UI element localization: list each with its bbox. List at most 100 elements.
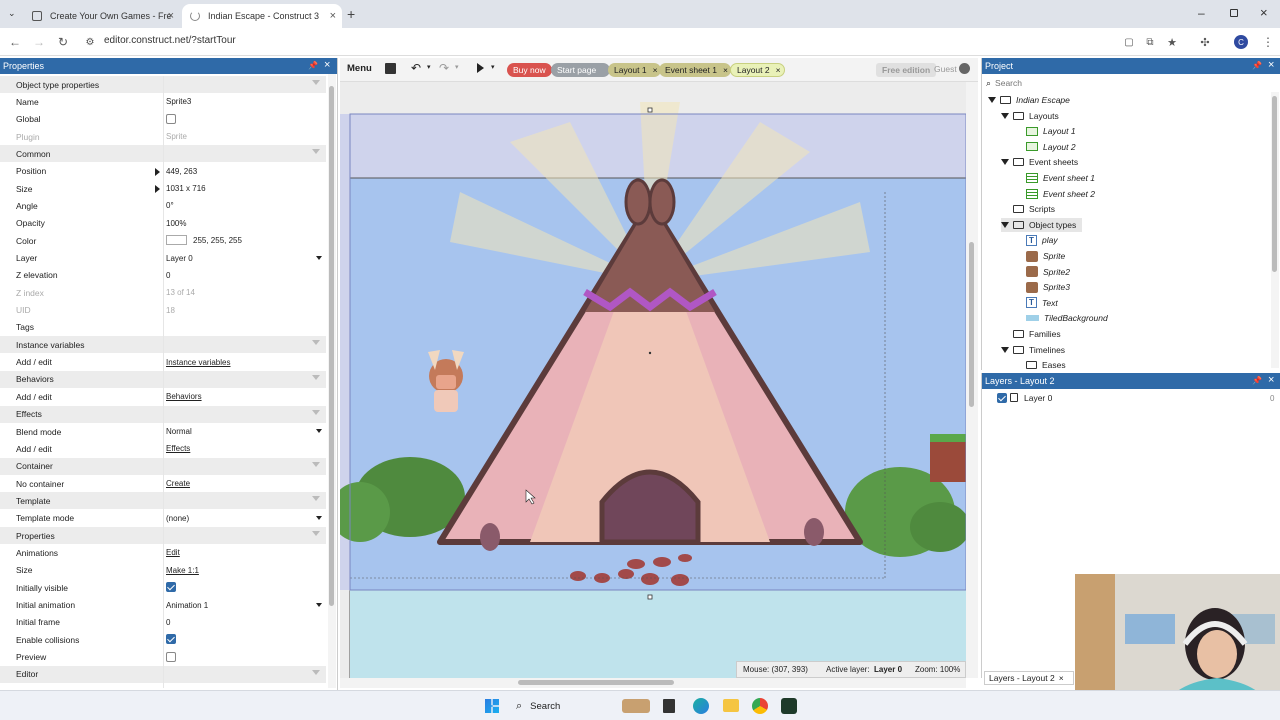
- edge-icon[interactable]: [693, 698, 709, 714]
- app-icon[interactable]: [781, 698, 797, 714]
- pin-icon[interactable]: 📌: [308, 61, 318, 70]
- properties-scrollbar[interactable]: [328, 74, 336, 688]
- property-link[interactable]: Behaviors: [166, 392, 202, 401]
- search-input[interactable]: [995, 78, 1246, 88]
- tree-item[interactable]: Timelines: [1001, 343, 1065, 357]
- taskbar-search[interactable]: ⌕ Search: [510, 696, 610, 716]
- collapse-chevron-icon[interactable]: [312, 461, 320, 467]
- extensions-icon[interactable]: ✣: [1197, 34, 1213, 50]
- tree-item[interactable]: Layouts: [1001, 109, 1059, 123]
- scroll-thumb[interactable]: [1272, 96, 1277, 272]
- expand-arrow-icon[interactable]: [1001, 159, 1009, 166]
- browser-tab-active[interactable]: Indian Escape - Construct 3 ×: [182, 4, 342, 28]
- pin-icon[interactable]: 📌: [1252, 61, 1262, 70]
- dropdown-arrow-icon[interactable]: [316, 255, 322, 260]
- collapse-chevron-icon[interactable]: [312, 496, 320, 502]
- property-link[interactable]: Edit: [166, 548, 180, 557]
- expand-arrow-icon[interactable]: [155, 167, 160, 176]
- property-link[interactable]: Create: [166, 479, 190, 488]
- close-tab-icon[interactable]: ×: [653, 65, 658, 75]
- undo-dropdown-icon[interactable]: ▾: [427, 63, 431, 71]
- close-panel-icon[interactable]: ×: [1268, 59, 1274, 71]
- property-value[interactable]: Normal: [166, 427, 192, 436]
- minimize-icon[interactable]: –: [1198, 6, 1205, 20]
- tree-item[interactable]: Event sheets: [1001, 155, 1078, 169]
- tree-item[interactable]: Layout 2: [1014, 140, 1076, 154]
- tree-item[interactable]: Layout 1: [1014, 124, 1076, 138]
- scroll-thumb[interactable]: [969, 242, 974, 407]
- task-view-icon[interactable]: [663, 699, 675, 713]
- close-window-icon[interactable]: ×: [1260, 5, 1268, 20]
- canvas-scrollbar-horizontal[interactable]: [340, 678, 966, 688]
- property-value[interactable]: Animation 1: [166, 601, 208, 610]
- expand-arrow-icon[interactable]: [155, 185, 160, 194]
- project-search[interactable]: ⌕: [984, 76, 1269, 90]
- tree-item[interactable]: Event sheet 2: [1014, 187, 1095, 201]
- close-panel-icon[interactable]: ×: [1268, 374, 1274, 386]
- collapse-chevron-icon[interactable]: [312, 374, 320, 380]
- tree-item[interactable]: Tplay: [1014, 233, 1058, 247]
- redo-dropdown-icon[interactable]: ▾: [455, 63, 459, 71]
- tree-item[interactable]: Eases: [1014, 358, 1066, 372]
- property-value[interactable]: 100%: [166, 219, 186, 228]
- property-link[interactable]: Make 1:1: [166, 566, 199, 575]
- forward-icon[interactable]: →: [31, 34, 47, 50]
- property-value[interactable]: 18: [166, 306, 175, 315]
- layout-view[interactable]: [340, 82, 966, 678]
- browser-tab-inactive[interactable]: Create Your Own Games - Free ×: [24, 4, 180, 28]
- restore-icon[interactable]: [1230, 9, 1238, 17]
- collapse-chevron-icon[interactable]: [312, 80, 320, 85]
- property-checkbox[interactable]: [166, 113, 176, 124]
- start-icon[interactable]: [485, 699, 499, 713]
- chrome-icon[interactable]: [752, 698, 768, 714]
- pin-icon[interactable]: 📌: [1252, 376, 1262, 385]
- expand-arrow-icon[interactable]: [988, 97, 996, 103]
- dropdown-arrow-icon[interactable]: [316, 429, 322, 433]
- tree-item[interactable]: Scripts: [1001, 202, 1055, 216]
- back-icon[interactable]: ←: [7, 34, 23, 50]
- project-scrollbar[interactable]: [1271, 92, 1279, 368]
- lock-icon[interactable]: [1010, 393, 1018, 402]
- file-explorer-icon[interactable]: [723, 699, 739, 712]
- expand-arrow-icon[interactable]: [1001, 112, 1009, 119]
- property-value[interactable]: Sprite: [166, 132, 187, 141]
- property-checkbox[interactable]: [166, 651, 176, 662]
- close-panel-icon[interactable]: ×: [324, 59, 330, 71]
- url-field[interactable]: editor.construct.net/?startTour: [104, 35, 236, 46]
- property-value[interactable]: Sprite3: [166, 97, 191, 106]
- close-tab-icon[interactable]: ×: [1059, 673, 1064, 683]
- tab-layout-2[interactable]: Layout 2 ×: [730, 63, 785, 77]
- property-link[interactable]: Instance variables: [166, 358, 230, 367]
- profile-avatar[interactable]: C: [1234, 35, 1248, 49]
- color-swatch[interactable]: [166, 235, 187, 246]
- tree-item[interactable]: Object types: [1001, 217, 1083, 232]
- collapse-chevron-icon[interactable]: [312, 531, 320, 537]
- redo-icon[interactable]: ↷: [439, 61, 449, 75]
- property-value[interactable]: 0°: [166, 201, 174, 210]
- cast-icon[interactable]: ⧉: [1142, 34, 1158, 50]
- property-checkbox[interactable]: [166, 634, 176, 645]
- layer-row[interactable]: Layer 0 0: [982, 391, 1279, 405]
- collapse-chevron-icon[interactable]: [312, 409, 320, 415]
- tree-item[interactable]: Sprite3: [1014, 280, 1070, 294]
- scroll-thumb[interactable]: [518, 680, 674, 685]
- close-tab-icon[interactable]: ×: [168, 10, 174, 22]
- tree-item[interactable]: Sprite2: [1014, 265, 1070, 279]
- collapse-chevron-icon[interactable]: [312, 149, 320, 155]
- widget-icon[interactable]: [622, 699, 650, 713]
- collapse-chevron-icon[interactable]: [312, 340, 320, 346]
- tab-start-page[interactable]: Start page: [551, 63, 611, 77]
- scroll-thumb[interactable]: [329, 86, 334, 606]
- layers-bottom-tab[interactable]: Layers - Layout 2 ×: [984, 671, 1074, 685]
- property-value[interactable]: 13 of 14: [166, 288, 195, 297]
- expand-arrow-icon[interactable]: [1001, 221, 1009, 228]
- property-value[interactable]: (none): [166, 514, 189, 523]
- bookmark-star-icon[interactable]: ★: [1164, 34, 1180, 50]
- tab-buy-now[interactable]: Buy now: [507, 63, 552, 77]
- dropdown-arrow-icon[interactable]: [316, 602, 322, 607]
- tab-event-sheet-1[interactable]: Event sheet 1 ×: [659, 63, 731, 77]
- expand-arrow-icon[interactable]: [1001, 346, 1009, 353]
- canvas-scrollbar-vertical[interactable]: [966, 82, 978, 678]
- layer-visible-checkbox[interactable]: [997, 393, 1007, 403]
- close-tab-icon[interactable]: ×: [776, 65, 781, 75]
